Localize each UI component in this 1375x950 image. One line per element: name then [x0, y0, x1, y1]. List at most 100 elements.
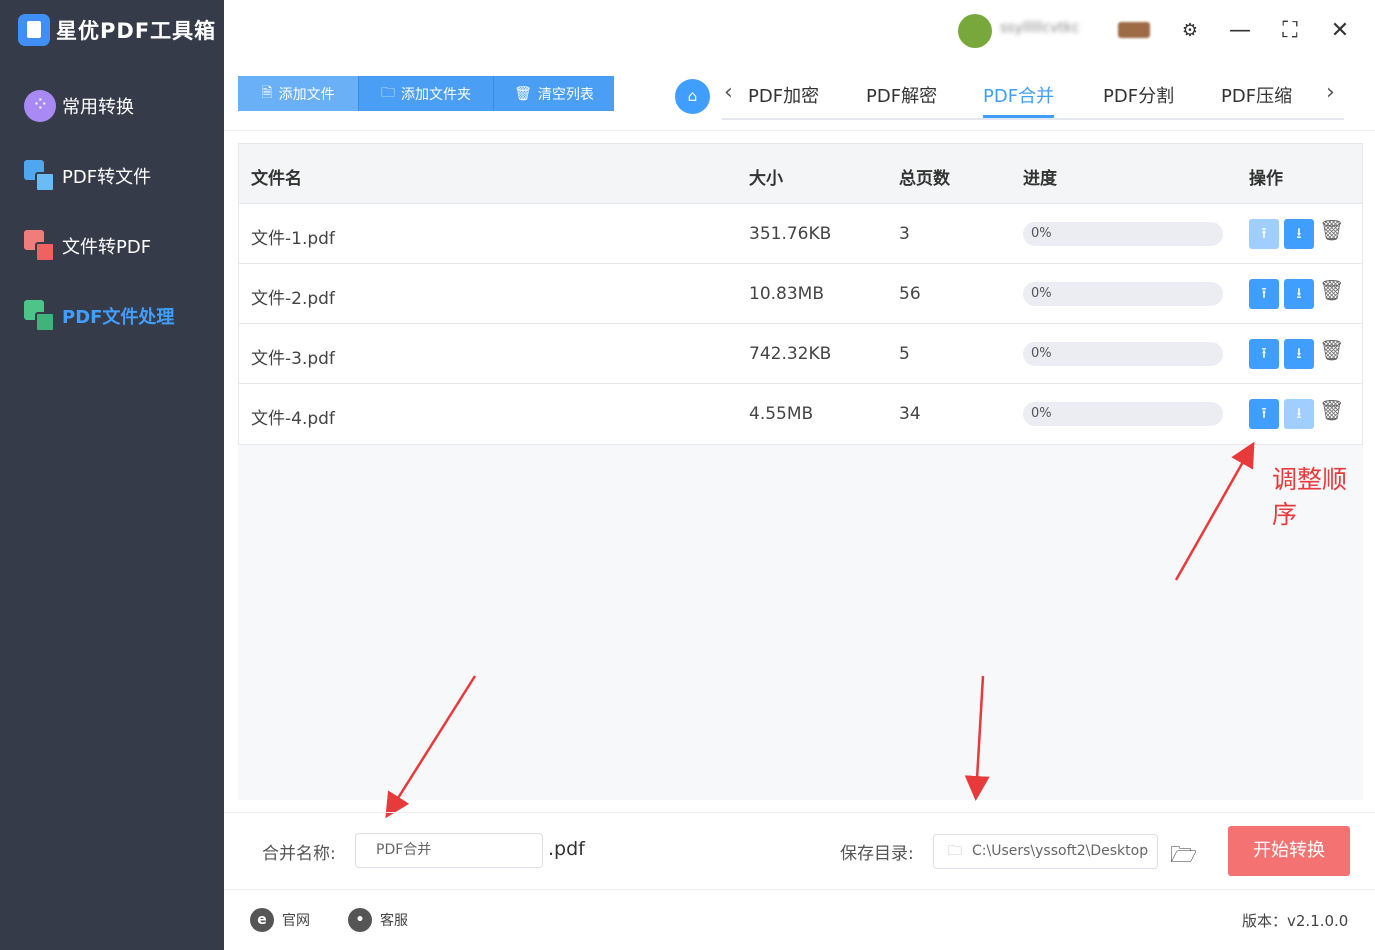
move-down-button[interactable]: ⭳ [1284, 219, 1314, 249]
table-header: 文件名 大小 总页数 进度 操作 [239, 144, 1362, 204]
start-convert-button[interactable]: 开始转换 [1228, 826, 1350, 876]
merge-name-input[interactable]: PDF合并 [355, 833, 543, 868]
file-size: 742.32KB [749, 344, 832, 364]
table-row: 文件-4.pdf 4.55MB 34 0% ⭱ ⭳ 🗑 [239, 384, 1362, 444]
tab-pdf-split[interactable]: PDF分割 [1103, 82, 1174, 118]
tab-pdf-compress[interactable]: PDF压缩 [1221, 82, 1292, 118]
merge-name-label: 合并名称: [262, 844, 336, 864]
header-size: 大小 [749, 169, 783, 189]
file-name: 文件-4.pdf [251, 409, 335, 429]
open-folder-icon[interactable]: 🗁 [1170, 838, 1198, 868]
sidebar-item-file-to-pdf[interactable]: 文件转PDF [24, 230, 151, 262]
header-name: 文件名 [251, 169, 302, 189]
settings-icon[interactable]: ⚙ [1175, 16, 1205, 46]
chat-icon: • [348, 908, 372, 932]
sidebar-item-label: 常用转换 [62, 97, 134, 118]
file-extension: .pdf [548, 838, 585, 860]
table-row: 文件-1.pdf 351.76KB 3 0% ⭱ ⭳ 🗑 [239, 204, 1362, 264]
save-dir-label: 保存目录: [840, 844, 914, 864]
move-up-button[interactable]: ⭱ [1249, 399, 1279, 429]
add-folder-label: 添加文件夹 [401, 86, 471, 103]
file-table: 文件名 大小 总页数 进度 操作 文件-1.pdf 351.76KB 3 0% … [238, 143, 1363, 445]
header-pages: 总页数 [899, 169, 950, 189]
delete-icon[interactable]: 🗑 [1319, 218, 1344, 248]
clear-list-button[interactable]: 🗑 清空列表 [494, 76, 614, 111]
grid-circle-icon [24, 90, 56, 122]
brand: 星优PDF工具箱 [18, 14, 216, 46]
divider [224, 889, 1375, 890]
minimize-icon[interactable]: — [1225, 16, 1255, 46]
progress-text: 0% [1031, 226, 1052, 241]
progress-bar: 0% [1023, 402, 1223, 426]
move-up-button[interactable]: ⭱ [1249, 279, 1279, 309]
app-title: 星优PDF工具箱 [56, 19, 217, 43]
file-pages: 3 [899, 224, 910, 244]
file-pages: 56 [899, 284, 921, 304]
move-down-button[interactable]: ⭳ [1284, 339, 1314, 369]
vip-badge-icon [1118, 22, 1150, 38]
progress-bar: 0% [1023, 342, 1223, 366]
sidebar-item-pdf-process[interactable]: PDF文件处理 [24, 300, 174, 332]
sidebar-item-label: PDF文件处理 [62, 307, 175, 328]
avatar[interactable] [958, 14, 992, 48]
move-down-button[interactable]: ⭳ [1284, 279, 1314, 309]
save-dir-value: C:\Users\yssoft2\Desktop [972, 843, 1149, 859]
document-icon: 🗎 [261, 84, 273, 101]
sidebar-item-label: 文件转PDF [62, 237, 152, 258]
file-pages: 34 [899, 404, 921, 424]
progress-text: 0% [1031, 406, 1052, 421]
close-icon[interactable]: ✕ [1325, 16, 1355, 46]
progress-bar: 0% [1023, 222, 1223, 246]
move-down-button[interactable]: ⭳ [1284, 399, 1314, 429]
add-folder-button[interactable]: 🗀 添加文件夹 [359, 76, 494, 111]
divider [224, 812, 1375, 813]
file-pages: 5 [899, 344, 910, 364]
pdf-process-icon [24, 300, 56, 332]
support-label: 客服 [380, 913, 408, 929]
sidebar: 星优PDF工具箱 常用转换 PDF转文件 文件转PDF P [0, 0, 224, 950]
progress-bar: 0% [1023, 282, 1223, 306]
folder-icon: 🗀 [948, 843, 962, 859]
chevron-right-icon[interactable]: › [1326, 80, 1335, 105]
sidebar-item-pdf-to-file[interactable]: PDF转文件 [24, 160, 151, 192]
website-label: 官网 [282, 913, 310, 929]
file-size: 10.83MB [749, 284, 824, 304]
maximize-icon[interactable]: ⛶ [1275, 16, 1305, 46]
support-link[interactable]: • 客服 [348, 908, 408, 932]
tab-pdf-decrypt[interactable]: PDF解密 [866, 82, 937, 118]
delete-icon[interactable]: 🗑 [1319, 338, 1344, 368]
add-file-button[interactable]: 🗎 添加文件 [238, 76, 359, 111]
file-to-pdf-icon [24, 230, 56, 262]
file-size: 351.76KB [749, 224, 832, 244]
table-row: 文件-3.pdf 742.32KB 5 0% ⭱ ⭳ 🗑 [239, 324, 1362, 384]
delete-icon[interactable]: 🗑 [1319, 398, 1344, 428]
header-actions: 操作 [1249, 169, 1283, 189]
file-name: 文件-3.pdf [251, 349, 335, 369]
move-up-button[interactable]: ⭱ [1249, 339, 1279, 369]
file-name: 文件-2.pdf [251, 289, 335, 309]
progress-text: 0% [1031, 286, 1052, 301]
table-row: 文件-2.pdf 10.83MB 56 0% ⭱ ⭳ 🗑 [239, 264, 1362, 324]
delete-icon[interactable]: 🗑 [1319, 278, 1344, 308]
app-logo-icon [18, 14, 50, 46]
tab-pdf-merge[interactable]: PDF合并 [983, 82, 1055, 118]
file-name: 文件-1.pdf [251, 229, 335, 249]
home-icon[interactable]: ⌂ [675, 79, 710, 114]
sidebar-item-label: PDF转文件 [62, 167, 152, 188]
tool-tabs: PDF加密 PDF解密 PDF合并 PDF分割 PDF压缩 [722, 80, 1344, 120]
clear-list-label: 清空列表 [537, 86, 594, 103]
username[interactable]: ssylllllcvtkc [1000, 20, 1080, 36]
folder-icon: 🗀 [381, 84, 395, 101]
save-dir-input[interactable]: 🗀 C:\Users\yssoft2\Desktop [933, 834, 1158, 869]
pdf-to-file-icon [24, 160, 56, 192]
tab-pdf-encrypt[interactable]: PDF加密 [748, 82, 819, 118]
file-toolbar: 🗎 添加文件 🗀 添加文件夹 🗑 清空列表 [238, 76, 614, 111]
sidebar-item-common-convert[interactable]: 常用转换 [24, 90, 134, 122]
app-window: 星优PDF工具箱 常用转换 PDF转文件 文件转PDF P [0, 0, 1375, 950]
website-link[interactable]: e 官网 [250, 908, 310, 932]
annotation-label: 调整顺序 [1272, 465, 1348, 529]
move-up-button[interactable]: ⭱ [1249, 219, 1279, 249]
browser-icon: e [250, 908, 274, 932]
file-size: 4.55MB [749, 404, 814, 424]
trash-icon: 🗑 [514, 85, 532, 102]
